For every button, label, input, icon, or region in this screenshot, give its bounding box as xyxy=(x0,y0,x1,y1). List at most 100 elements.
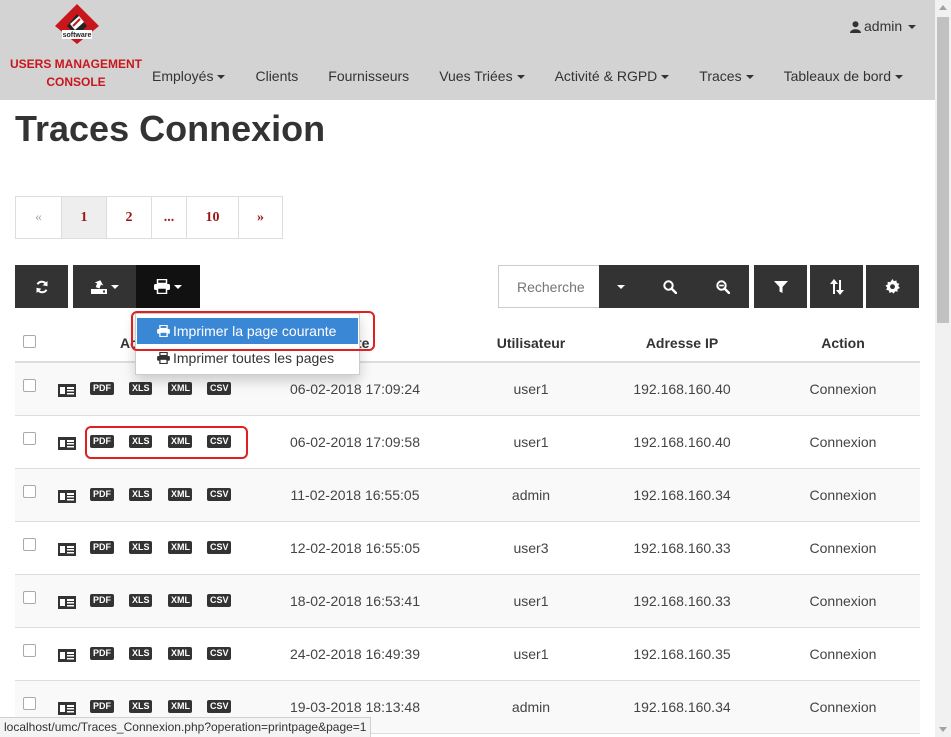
pagination-ellipsis[interactable]: ... xyxy=(151,197,186,238)
id-card-icon[interactable] xyxy=(58,596,76,609)
export-xls-button[interactable]: XLS xyxy=(129,700,152,713)
sort-button[interactable] xyxy=(810,265,863,308)
export-xml-button[interactable]: XML xyxy=(168,382,192,395)
export-xml-button[interactable]: XML xyxy=(168,647,192,660)
export-xls-button[interactable]: XLS xyxy=(129,488,152,501)
export-csv-button[interactable]: CSV xyxy=(207,700,231,713)
nav-item-clients[interactable]: Clients xyxy=(240,60,313,92)
print-button[interactable] xyxy=(136,265,200,308)
export-xml-button[interactable]: XML xyxy=(168,594,192,607)
row-user: admin xyxy=(511,487,551,503)
scroll-up-arrow-icon[interactable] xyxy=(939,5,947,10)
nav-item-label: Activité & RGPD xyxy=(554,68,658,84)
print-icon xyxy=(154,279,170,294)
row-user: user1 xyxy=(513,646,549,662)
search-input[interactable] xyxy=(498,265,599,308)
pagination-page-10[interactable]: 10 xyxy=(186,197,238,238)
row-checkbox[interactable] xyxy=(23,485,36,498)
column-header-ip[interactable]: Adresse IP xyxy=(604,335,760,351)
row-checkbox[interactable] xyxy=(23,432,36,445)
row-action: Connexion xyxy=(809,487,877,503)
id-card-icon[interactable] xyxy=(58,490,76,503)
filter-icon xyxy=(773,280,788,293)
pagination-page-1[interactable]: 1 xyxy=(61,197,106,238)
row-user: user1 xyxy=(513,434,549,450)
search-options-button[interactable] xyxy=(599,265,643,308)
export-icon xyxy=(90,279,107,294)
id-card-icon[interactable] xyxy=(58,702,76,715)
export-csv-button[interactable]: CSV xyxy=(207,594,231,607)
main-menu: Employés Clients Fournisseurs Vues Triées Ac… xyxy=(137,60,918,92)
export-csv-button[interactable]: CSV xyxy=(207,382,231,395)
row-user: admin xyxy=(511,699,551,715)
table-row: PDF XLS XML CSV 12-02-2018 16:55:05 user3 192.… xyxy=(15,522,920,575)
nav-item-fournisseurs[interactable]: Fournisseurs xyxy=(313,60,424,92)
row-checkbox[interactable] xyxy=(23,379,36,392)
caret-down-icon xyxy=(895,75,903,80)
id-card-icon[interactable] xyxy=(58,649,76,662)
sort-icon xyxy=(829,278,844,295)
scroll-down-arrow-icon[interactable] xyxy=(939,727,947,732)
search-button[interactable] xyxy=(643,265,696,308)
row-checkbox[interactable] xyxy=(23,591,36,604)
nav-item-activit-rgpd[interactable]: Activité & RGPD xyxy=(540,60,685,92)
search-icon xyxy=(662,279,677,294)
nav-item-traces[interactable]: Traces xyxy=(684,60,768,92)
export-pdf-button[interactable]: PDF xyxy=(90,594,114,607)
row-date: 11-02-2018 16:55:05 xyxy=(290,487,420,503)
nav-item-employ-s[interactable]: Employés xyxy=(137,60,240,92)
nav-item-vues-tri-es[interactable]: Vues Triées xyxy=(424,60,539,92)
row-checkbox[interactable] xyxy=(23,538,36,551)
export-button[interactable] xyxy=(73,265,136,308)
export-xls-button[interactable]: XLS xyxy=(129,541,152,554)
row-date: 24-02-2018 16:49:39 xyxy=(290,646,420,662)
print-icon xyxy=(157,351,170,365)
export-xls-button[interactable]: XLS xyxy=(129,594,152,607)
user-name: admin xyxy=(864,18,903,34)
status-bar-url: localhost/umc/Traces_Connexion.php?opera… xyxy=(0,717,372,737)
export-csv-button[interactable]: CSV xyxy=(207,488,231,501)
row-action: Connexion xyxy=(809,540,877,556)
export-pdf-button[interactable]: PDF xyxy=(90,488,114,501)
search-reset-button[interactable] xyxy=(696,265,749,308)
column-header-user[interactable]: Utilisateur xyxy=(458,335,604,351)
pagination-prev[interactable]: « xyxy=(16,197,61,238)
export-csv-button[interactable]: CSV xyxy=(207,541,231,554)
row-user: user1 xyxy=(513,593,549,609)
export-pdf-button[interactable]: PDF xyxy=(90,647,114,660)
brand-title[interactable]: USERS MANAGEMENT CONSOLE xyxy=(10,55,142,91)
select-all-checkbox[interactable] xyxy=(23,335,36,348)
user-menu[interactable]: admin xyxy=(850,16,917,36)
row-checkbox[interactable] xyxy=(23,644,36,657)
svg-text:software: software xyxy=(63,32,92,39)
filter-button[interactable] xyxy=(754,265,807,308)
nav-item-label: Traces xyxy=(699,68,742,84)
row-user: user1 xyxy=(513,381,549,397)
export-pdf-button[interactable]: PDF xyxy=(90,700,114,713)
export-xls-button[interactable]: XLS xyxy=(129,647,152,660)
settings-button[interactable] xyxy=(866,265,919,308)
export-pdf-button[interactable]: PDF xyxy=(90,382,114,395)
nav-item-tableaux-de-bord[interactable]: Tableaux de bord xyxy=(769,60,918,92)
pagination-next[interactable]: » xyxy=(238,197,282,238)
row-checkbox[interactable] xyxy=(23,697,36,710)
chevron-down-icon xyxy=(908,25,917,30)
export-xml-button[interactable]: XML xyxy=(168,541,192,554)
page-title: Traces Connexion xyxy=(15,108,326,149)
export-xml-button[interactable]: XML xyxy=(168,488,192,501)
scrollbar-thumb[interactable] xyxy=(937,17,949,323)
id-card-icon[interactable] xyxy=(58,437,76,450)
export-pdf-button[interactable]: PDF xyxy=(90,541,114,554)
column-header-action[interactable]: Action xyxy=(770,335,916,351)
id-card-icon[interactable] xyxy=(58,384,76,397)
export-csv-button[interactable]: CSV xyxy=(207,647,231,660)
row-user: user3 xyxy=(513,540,549,556)
brand-logo[interactable]: software xyxy=(53,2,101,46)
pagination-page-2[interactable]: 2 xyxy=(106,197,151,238)
refresh-button[interactable] xyxy=(15,265,68,308)
vertical-scrollbar[interactable] xyxy=(935,0,951,737)
id-card-icon[interactable] xyxy=(58,543,76,556)
row-ip: 192.168.160.40 xyxy=(633,381,731,397)
export-xls-button[interactable]: XLS xyxy=(129,382,152,395)
export-xml-button[interactable]: XML xyxy=(168,700,192,713)
